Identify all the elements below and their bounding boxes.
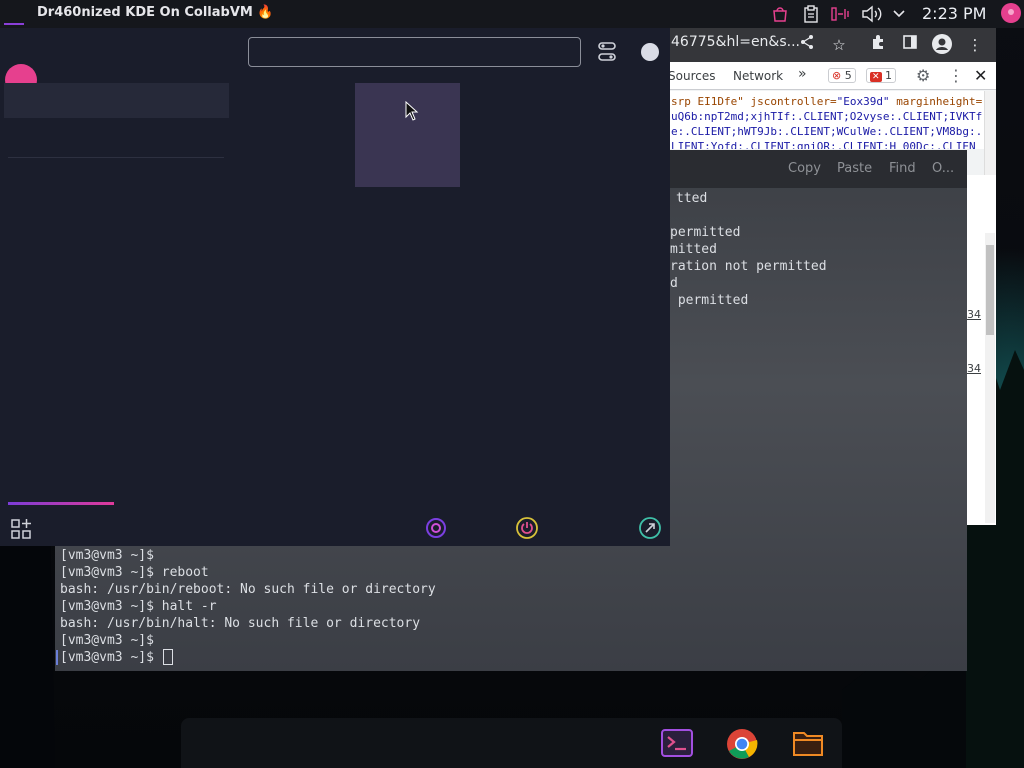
address-bar[interactable]: 46775&hl=en&s... xyxy=(671,34,800,50)
tab-network[interactable]: Network xyxy=(733,69,783,83)
clock[interactable]: 2:23 PM xyxy=(922,4,986,23)
terminal-line: bash: /usr/bin/halt: No such file or dir… xyxy=(60,616,421,631)
file-manager-app-icon[interactable] xyxy=(792,728,824,758)
chrome-app-icon[interactable] xyxy=(726,728,758,759)
current-line-marker xyxy=(56,650,58,665)
sidebar-divider xyxy=(8,157,224,158)
code-line: LIENT;Yofd:.CLIENT;qniOR:.CLIENT;H_00Dc:… xyxy=(671,140,976,149)
application-launcher xyxy=(0,28,670,546)
code-scrollbar[interactable] xyxy=(984,91,996,175)
konsole-toolbar: Copy Paste Find O... xyxy=(670,150,967,188)
copy-button[interactable]: Copy xyxy=(788,161,821,176)
bag-icon[interactable] xyxy=(770,4,790,24)
styles-scrollbar[interactable] xyxy=(985,233,995,523)
mic-muted-icon[interactable] xyxy=(828,4,852,24)
configure-icon[interactable] xyxy=(594,40,620,64)
bookmark-star-icon[interactable]: ☆ xyxy=(828,34,850,56)
app-tile[interactable] xyxy=(355,83,460,187)
devtools-menu-icon[interactable]: ⋮ xyxy=(948,66,964,85)
terminal-line: [vm3@vm3 ~]$ reboot xyxy=(60,565,209,580)
profile-icon[interactable] xyxy=(931,34,953,56)
error-badge[interactable]: ⊗ 5 xyxy=(828,68,856,83)
devtools-tabbar: Sources Network » ⊗ 5 ✕ 1 ⚙ ⋮ ✕ xyxy=(668,62,996,90)
terminal-line: [vm3@vm3 ~]$ xyxy=(60,548,154,563)
clipboard-icon[interactable] xyxy=(800,4,822,24)
lock-icon[interactable] xyxy=(424,516,448,540)
launcher-accent-bar xyxy=(8,502,114,505)
find-button[interactable]: Find xyxy=(889,161,916,176)
search-input[interactable] xyxy=(248,37,581,67)
paste-button[interactable]: Paste xyxy=(837,161,872,176)
sidepanel-icon[interactable] xyxy=(899,34,921,56)
activity-indicator xyxy=(4,23,24,25)
leave-icon[interactable] xyxy=(638,516,662,540)
tab-sources[interactable]: Sources xyxy=(668,69,715,83)
pin-toggle-button[interactable] xyxy=(641,43,659,61)
error-icon: ⊗ xyxy=(832,69,842,82)
chrome-toolbar: 46775&hl=en&s... ☆ ⋮ xyxy=(668,28,996,62)
konsole-app-icon[interactable] xyxy=(661,728,693,758)
terminal-line: bash: /usr/bin/reboot: No such file or d… xyxy=(60,582,436,597)
power-icon[interactable] xyxy=(515,516,539,540)
scrollbar-thumb[interactable] xyxy=(986,245,994,335)
warning-badge[interactable]: ✕ 1 xyxy=(866,68,897,83)
terminal-prompt[interactable]: [vm3@vm3 ~]$ xyxy=(60,650,162,665)
elements-panel[interactable]: srp EI1Dfe" jscontroller="Eox39d" margin… xyxy=(668,91,984,149)
code-line: srp EI1Dfe" jscontroller="Eox39d" margin… xyxy=(671,95,983,108)
share-icon[interactable] xyxy=(796,34,818,56)
chevron-down-icon[interactable] xyxy=(890,4,908,24)
code-line: uQ6b:npT2md;xjhTIf:.CLIENT;O2vyse:.CLIEN… xyxy=(671,110,983,123)
sidebar-item-favorites[interactable] xyxy=(4,83,229,118)
terminal-line: ration not permitted xyxy=(670,259,827,274)
window-title: Dr460nized KDE On CollabVM 🔥 xyxy=(37,5,274,20)
fire-icon: 🔥 xyxy=(257,5,274,20)
terminal-cursor xyxy=(163,649,173,665)
close-devtools-icon[interactable]: ✕ xyxy=(974,66,987,85)
extensions-icon[interactable] xyxy=(867,34,889,56)
issue-icon: ✕ xyxy=(870,72,882,82)
terminal-line: [vm3@vm3 ~]$ halt -r xyxy=(60,599,217,614)
terminal-line: permitted xyxy=(670,293,749,308)
terminal-line: d xyxy=(670,276,678,291)
terminal-line: [vm3@vm3 ~]$ xyxy=(60,633,154,648)
settings-gear-icon[interactable]: ⚙ xyxy=(916,66,930,85)
mouse-cursor-icon xyxy=(405,101,419,121)
taskbar-dock xyxy=(181,718,842,768)
styles-pane[interactable]: 34 34 xyxy=(966,175,996,525)
overflow-button[interactable]: O... xyxy=(932,161,954,176)
line-number[interactable]: 34 xyxy=(967,308,981,321)
more-tabs-icon[interactable]: » xyxy=(798,66,807,82)
user-menu-avatar[interactable] xyxy=(1001,3,1021,23)
top-panel: Dr460nized KDE On CollabVM 🔥 2:23 PM xyxy=(0,0,1024,28)
code-line: e:.CLIENT;hWT9Jb:.CLIENT;WCulWe:.CLIENT;… xyxy=(671,125,983,138)
apps-grid-icon[interactable] xyxy=(10,518,34,542)
volume-icon[interactable] xyxy=(860,4,884,24)
terminal-line: permitted xyxy=(670,225,741,240)
terminal-line: mitted xyxy=(670,242,717,257)
terminal-line: tted xyxy=(676,191,708,206)
line-number[interactable]: 34 xyxy=(967,362,981,375)
menu-kebab-icon[interactable]: ⋮ xyxy=(964,34,986,56)
